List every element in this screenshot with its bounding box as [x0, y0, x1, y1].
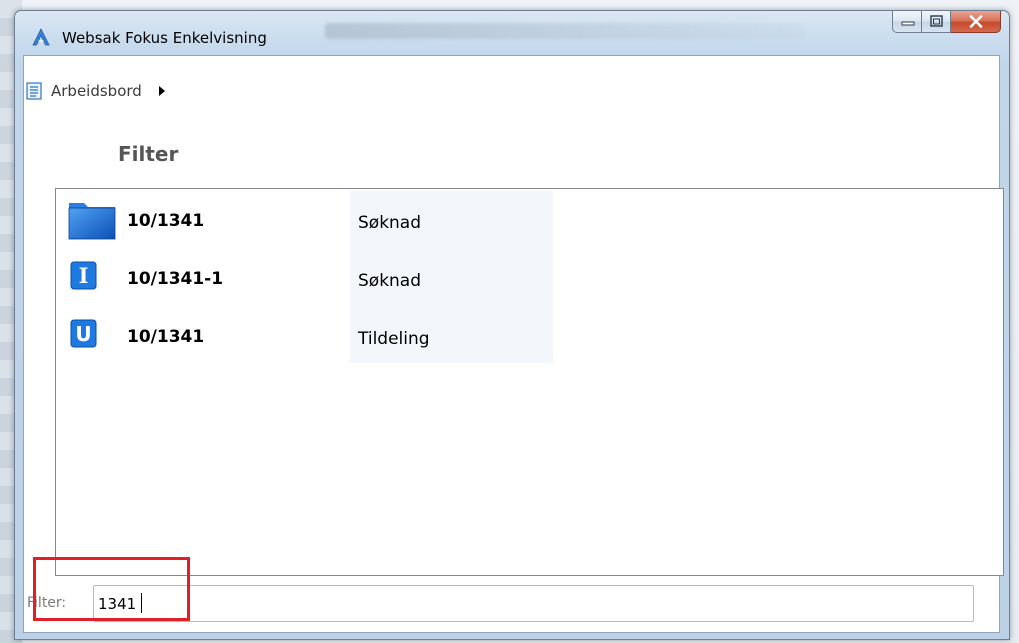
- caption-buttons: [892, 11, 1001, 39]
- maximize-button[interactable]: [922, 11, 951, 33]
- case-reference: 10/1341-1: [127, 269, 224, 289]
- breadcrumb-arrow-icon[interactable]: [158, 86, 165, 96]
- minimize-icon: [901, 21, 915, 26]
- results-list[interactable]: 10/1341 Søknad I 10/1341-1 Søknad U 10/1…: [55, 188, 1004, 576]
- folder-icon: [68, 203, 116, 240]
- case-type: Søknad: [358, 271, 422, 291]
- case-type: Søknad: [358, 213, 422, 233]
- app-window: Websak Fokus Enkelvisning Arbeidsbord Fi…: [14, 10, 1010, 640]
- maximize-icon: [930, 15, 943, 27]
- minimize-button[interactable]: [892, 11, 922, 33]
- filter-input[interactable]: [93, 585, 974, 622]
- incoming-icon-letter: I: [79, 263, 89, 288]
- filter-bar: Filter:: [24, 581, 999, 622]
- case-reference: 10/1341: [127, 211, 205, 231]
- close-button[interactable]: [951, 11, 1001, 33]
- window-title: Websak Fokus Enkelvisning: [62, 29, 267, 47]
- incoming-document-icon: I: [70, 261, 97, 290]
- background-window-title: [325, 23, 805, 39]
- breadcrumb-label[interactable]: Arbeidsbord: [51, 82, 142, 100]
- case-reference: 10/1341: [127, 327, 205, 347]
- close-icon: [969, 15, 983, 28]
- outgoing-icon-letter: U: [75, 322, 91, 346]
- outgoing-document-icon: U: [70, 319, 97, 348]
- window-content: Arbeidsbord Filter 10/1341 Søknad I 10/1…: [23, 55, 1004, 633]
- filter-label: Filter:: [27, 595, 67, 611]
- case-type: Tildeling: [358, 329, 430, 349]
- list-item[interactable]: 10/1341 Søknad: [56, 191, 556, 249]
- websak-logo-icon: [32, 28, 50, 46]
- list-item[interactable]: I 10/1341-1 Søknad: [56, 249, 556, 307]
- breadcrumb[interactable]: Arbeidsbord: [26, 80, 165, 102]
- text-caret: [141, 593, 142, 613]
- document-icon: [26, 82, 42, 100]
- page-title: Filter: [118, 142, 179, 166]
- list-item[interactable]: U 10/1341 Tildeling: [56, 307, 556, 365]
- title-bar[interactable]: Websak Fokus Enkelvisning: [15, 11, 1009, 55]
